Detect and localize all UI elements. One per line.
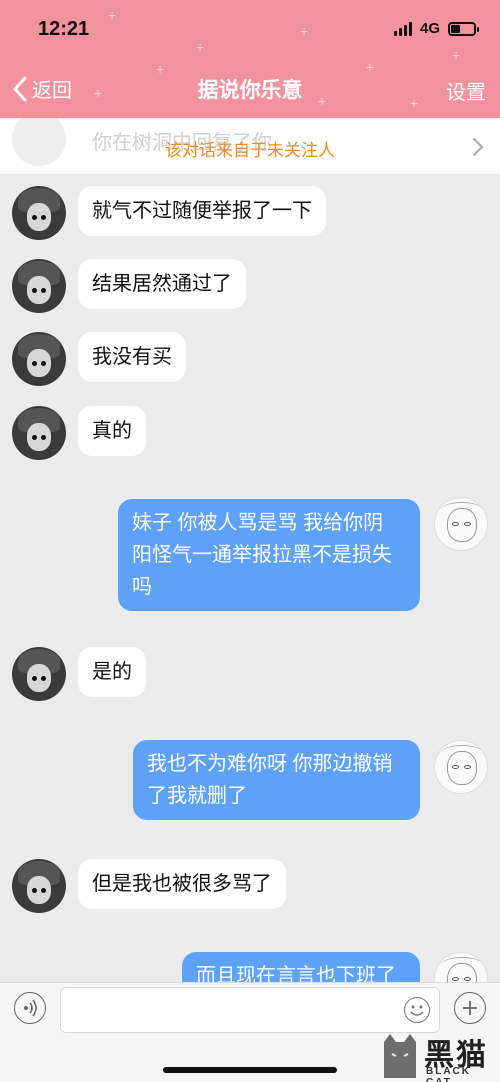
message-bubble[interactable]: 就气不过随便举报了一下 (78, 186, 326, 236)
sparkle-decoration: + (108, 7, 117, 23)
sparkle-decoration: + (366, 59, 375, 75)
message-bubble[interactable]: 是的 (78, 647, 146, 697)
message-line: 吗 (132, 576, 152, 598)
message-line: 妹子 你被人骂是骂 我给你阴 (132, 512, 384, 534)
plus-icon[interactable] (454, 992, 486, 1024)
message-input[interactable] (60, 987, 440, 1033)
watermark-sub: BLACK CAT (426, 1066, 471, 1082)
avatar[interactable] (12, 332, 66, 386)
signal-icon (393, 21, 412, 36)
status-indicators: 4G (393, 20, 479, 37)
emoji-icon[interactable] (404, 997, 430, 1023)
message-bubble[interactable]: 真的 (78, 406, 146, 456)
header-bar: + + + + + + + + + + 12:21 4G 返回 据说你乐意 设置 (0, 0, 500, 118)
black-cat-icon (384, 1034, 416, 1078)
avatar[interactable] (12, 186, 66, 240)
chevron-left-icon (13, 76, 27, 101)
avatar[interactable] (434, 497, 488, 551)
sparkle-decoration: + (196, 39, 205, 55)
sparkle-decoration: + (254, 77, 263, 93)
message-bubble[interactable]: 但是我也被很多骂了 (78, 859, 286, 909)
message-line: 了我就删了 (147, 785, 247, 807)
avatar[interactable] (12, 259, 66, 313)
back-button[interactable]: 返回 (12, 74, 72, 103)
stranger-notice[interactable]: 你在树洞中回复了你 该对话来自于未关注人 (0, 118, 500, 174)
watermark-logo: 黑猫 BLACK CAT (380, 1030, 500, 1082)
sparkle-decoration: + (300, 23, 309, 39)
message-line: 我也不为难你呀 你那边撤销 (147, 753, 393, 775)
sparkle-decoration: + (410, 95, 419, 111)
network-type: 4G (419, 20, 440, 37)
notice-text: 该对话来自于未关注人 (165, 141, 335, 160)
message-bubble[interactable]: 我没有买 (78, 332, 186, 382)
battery-icon (448, 21, 479, 36)
message-bubble[interactable]: 妹子 你被人骂是骂 我给你阴 阳怪气一通举报拉黑不是损失 吗 (118, 499, 420, 611)
settings-button[interactable]: 设置 (446, 76, 486, 105)
voice-icon[interactable] (14, 992, 46, 1024)
sparkle-decoration: + (94, 85, 103, 101)
message-line: 阳怪气一通举报拉黑不是损失 (132, 544, 392, 566)
home-indicator[interactable] (163, 1067, 337, 1073)
page-title: 据说你乐意 (197, 79, 303, 102)
back-label: 返回 (32, 80, 72, 102)
chevron-right-icon (473, 138, 484, 156)
sparkle-decoration: + (156, 61, 165, 77)
avatar[interactable] (12, 406, 66, 460)
sparkle-decoration: + (318, 93, 327, 109)
avatar[interactable] (12, 647, 66, 701)
avatar[interactable] (434, 740, 488, 794)
message-bubble[interactable]: 我也不为难你呀 你那边撤销 了我就删了 (133, 740, 420, 820)
sparkle-decoration: + (452, 47, 461, 63)
message-bubble[interactable]: 结果居然通过了 (78, 259, 246, 309)
status-time: 12:21 (38, 18, 90, 40)
avatar[interactable] (12, 859, 66, 913)
